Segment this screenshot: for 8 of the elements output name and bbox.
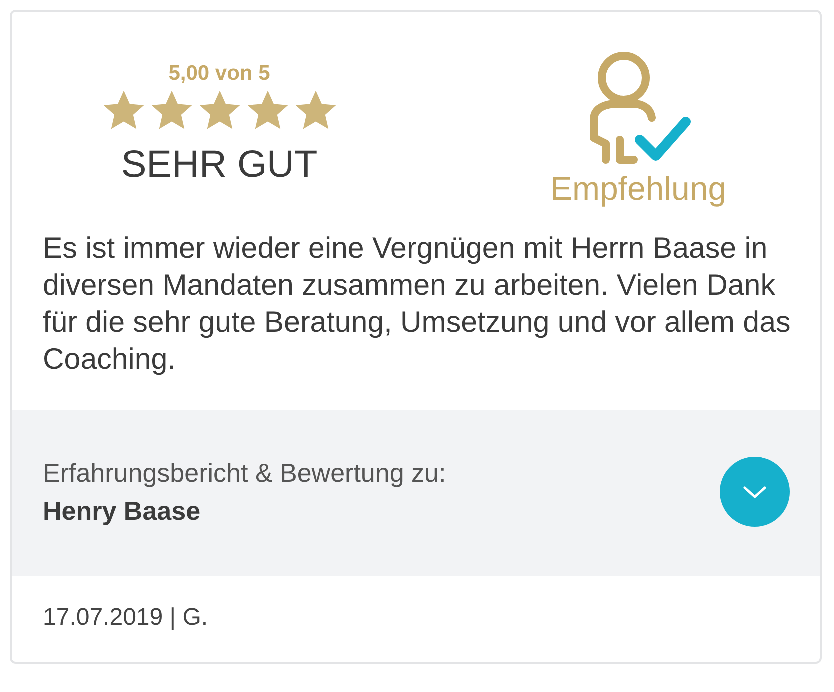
reviewee-name: Henry Baase <box>43 495 202 528</box>
review-text: Es ist immer wieder eine Vergnügen mit Herrn Baase in diversen Mandaten zusammen zu arbeiten. Vielen Dank für die sehr gute Beratung, Umsetzung und vor allem das Coaching. <box>42 231 792 378</box>
review-meta: 17.07.2019 | G. <box>42 603 210 633</box>
rating-score: 5,00 von 5 <box>168 62 270 86</box>
rating-verdict: SEHR GUT <box>121 144 318 187</box>
reviewee-caption: Erfahrungsbericht & Bewertung zu: <box>43 457 448 490</box>
recommendation-label: Empfehlung <box>550 170 727 208</box>
chevron-icon <box>742 484 768 500</box>
